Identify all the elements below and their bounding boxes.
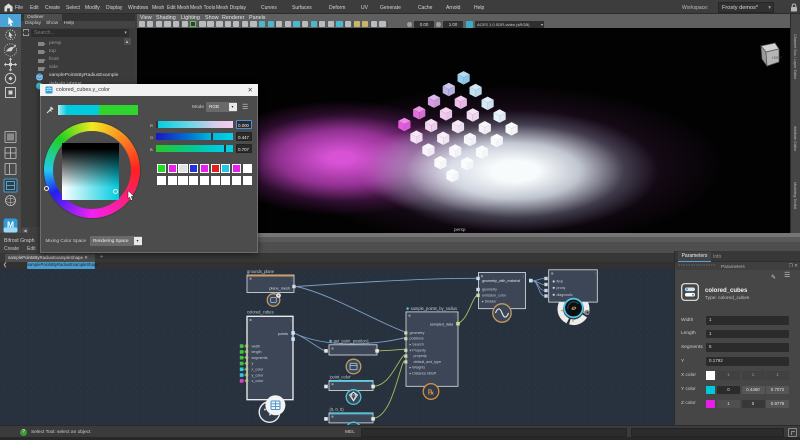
svg-text:'point_color': 'point_color'	[330, 374, 352, 379]
svg-text:⋮: ⋮	[290, 276, 294, 281]
svg-text:geometry: geometry	[482, 287, 497, 291]
svg-text:positions: positions	[410, 336, 424, 340]
svg-text:✱ sample_points_by_radius: ✱ sample_points_by_radius	[406, 306, 457, 311]
svg-text:sampled_data: sampled_data	[430, 322, 454, 326]
svg-text:colored_cubes: colored_cubes	[247, 309, 274, 314]
svg-text:+: +	[277, 293, 280, 298]
svg-text:▸ Search: ▸ Search	[410, 342, 424, 346]
svg-text:▸ Distance falloff: ▸ Distance falloff	[410, 371, 436, 375]
svg-text:property: property	[414, 354, 427, 358]
svg-text:⋮: ⋮	[593, 270, 597, 275]
svg-text:emission_color: emission_color	[482, 293, 507, 297]
svg-text:▾ Property: ▾ Property	[410, 348, 427, 352]
svg-text:width: width	[252, 344, 261, 348]
svg-text:final: final	[557, 279, 564, 283]
svg-text:✱ get_point_position1: ✱ get_point_position1	[329, 338, 370, 343]
svg-text:plane_mesh: plane_mesh	[269, 286, 290, 290]
svg-text:default_and_type: default_and_type	[414, 359, 442, 363]
svg-text:grounds_plane: grounds_plane	[247, 269, 275, 274]
svg-text:⋮: ⋮	[454, 313, 458, 318]
svg-text:geometry: geometry	[410, 330, 425, 334]
svg-text:length: length	[252, 350, 262, 354]
svg-text:diagnostic: diagnostic	[557, 293, 573, 297]
svg-text:FRONT: FRONT	[772, 55, 783, 60]
svg-text:M: M	[7, 220, 14, 230]
svg-text:y: y	[252, 361, 254, 365]
svg-text:y_color: y_color	[252, 373, 265, 377]
svg-text:z_color: z_color	[252, 379, 265, 383]
svg-text:▸ Weights: ▸ Weights	[410, 365, 426, 369]
svg-text:⋮: ⋮	[289, 317, 293, 322]
svg-text:segments: segments	[252, 355, 268, 359]
svg-text:▸ Shader: ▸ Shader	[482, 299, 497, 303]
svg-text:points: points	[278, 332, 288, 336]
svg-text:⋮: ⋮	[522, 273, 526, 278]
svg-text:geometry_with_material: geometry_with_material	[482, 279, 520, 283]
svg-text:x_color: x_color	[252, 367, 265, 371]
svg-text:(0, 0, 0): (0, 0, 0)	[330, 406, 345, 411]
svg-text:proxy: proxy	[557, 286, 566, 290]
svg-text:℞: ℞	[428, 388, 435, 396]
